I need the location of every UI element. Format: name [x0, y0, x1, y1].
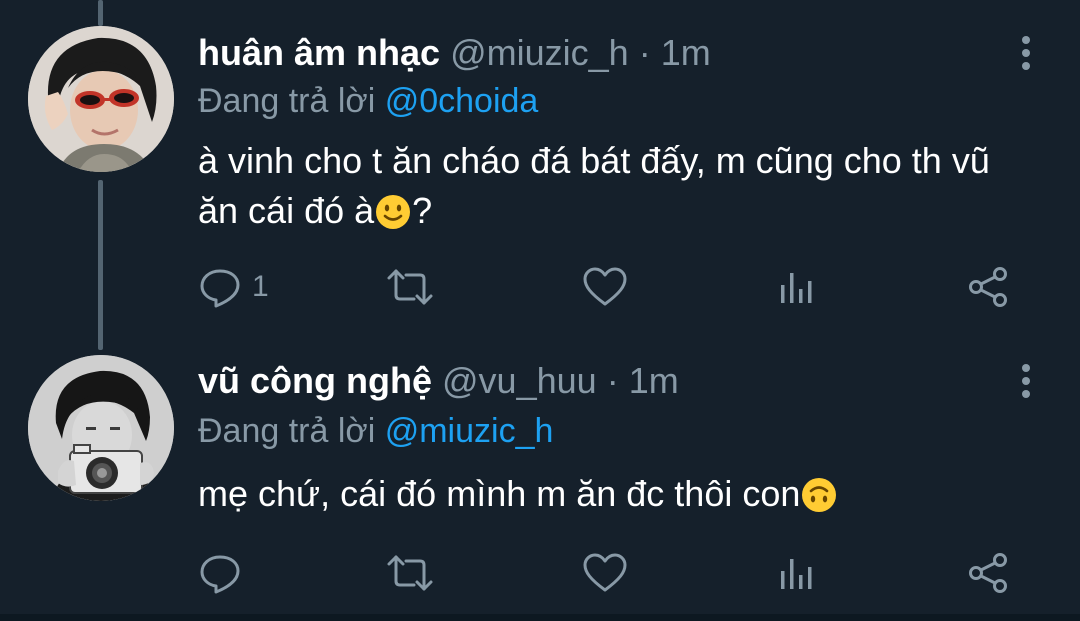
- replying-to-label: Đang trả lời: [198, 412, 376, 450]
- timeline-divider: [0, 614, 1080, 621]
- user-handle[interactable]: @vu_huu: [442, 360, 597, 401]
- retweet-icon: [387, 555, 433, 591]
- analytics-icon: [781, 273, 812, 303]
- more-options-icon[interactable]: [1016, 34, 1036, 72]
- share-icon: [969, 267, 1007, 307]
- slightly-smiling-face-icon: [374, 193, 412, 231]
- replying-to-label: Đang trả lời: [198, 82, 376, 120]
- tweet-text-main: mẹ chứ, cái đó mình m ăn đc thôi con: [198, 473, 801, 514]
- like-button[interactable]: [582, 548, 628, 598]
- tweet-text-tail: ?: [412, 190, 433, 231]
- user-handle[interactable]: @miuzic_h: [450, 32, 629, 73]
- share-button[interactable]: [966, 548, 1010, 598]
- reply-count: 1: [252, 270, 269, 303]
- replying-to-mention[interactable]: @0choida: [385, 82, 539, 120]
- tweet-actions: 1: [198, 262, 1018, 312]
- timestamp[interactable]: 1m: [661, 32, 711, 73]
- tweet-text: à vinh cho t ăn cháo đá bát đấy, m cũng …: [198, 136, 1038, 236]
- reply-button[interactable]: [198, 548, 252, 598]
- tweet-header: huân âm nhạc @miuzic_h · 1m: [198, 32, 711, 74]
- replying-to: Đang trả lời @miuzic_h: [198, 410, 553, 452]
- heart-icon: [583, 553, 627, 592]
- tweet[interactable]: huân âm nhạc @miuzic_h · 1m Đang trả lời…: [0, 0, 1080, 330]
- tweet-actions: [198, 548, 1018, 598]
- separator-dot: ·: [638, 32, 651, 73]
- display-name[interactable]: huân âm nhạc: [198, 32, 440, 73]
- reply-button[interactable]: 1: [198, 262, 269, 312]
- analytics-button[interactable]: [776, 262, 816, 312]
- tweet-header: vũ công nghệ @vu_huu · 1m: [198, 360, 679, 402]
- like-button[interactable]: [582, 262, 628, 312]
- tweet[interactable]: vũ công nghệ @vu_huu · 1m Đang trả lời @…: [0, 330, 1080, 615]
- share-icon: [969, 553, 1007, 593]
- display-name[interactable]: vũ công nghệ: [198, 360, 432, 401]
- analytics-button[interactable]: [776, 548, 816, 598]
- avatar-photo: [28, 355, 174, 501]
- avatar-photo: [28, 26, 174, 172]
- replying-to: Đang trả lời @0choida: [198, 80, 538, 122]
- avatar[interactable]: [28, 355, 174, 501]
- timestamp[interactable]: 1m: [629, 360, 679, 401]
- tweet-text: mẹ chứ, cái đó mình m ăn đc thôi con: [198, 469, 1038, 519]
- separator-dot: ·: [606, 360, 619, 401]
- analytics-icon: [781, 559, 812, 589]
- retweet-button[interactable]: [386, 262, 434, 312]
- upside-down-face-icon: [800, 476, 838, 514]
- avatar[interactable]: [28, 26, 174, 172]
- reply-icon: [200, 269, 240, 308]
- heart-icon: [583, 267, 627, 306]
- reply-icon: [200, 555, 240, 594]
- retweet-icon: [387, 269, 433, 305]
- share-button[interactable]: [966, 262, 1010, 312]
- replying-to-mention[interactable]: @miuzic_h: [385, 412, 554, 450]
- more-options-icon[interactable]: [1016, 362, 1036, 400]
- retweet-button[interactable]: [386, 548, 434, 598]
- tweet-text-main: à vinh cho t ăn cháo đá bát đấy, m cũng …: [198, 140, 990, 231]
